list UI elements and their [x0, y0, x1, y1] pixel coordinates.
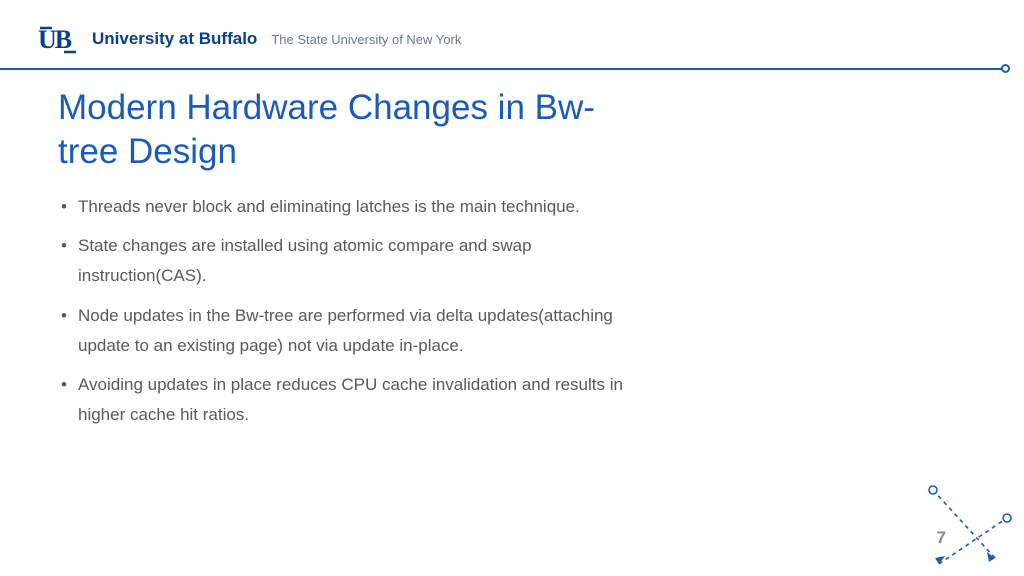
header-divider: [0, 68, 1006, 70]
bullet-item: Threads never block and eliminating latc…: [58, 192, 640, 222]
slide-title: Modern Hardware Changes in Bw-tree Desig…: [58, 86, 640, 174]
svg-text:UB: UB: [38, 25, 72, 54]
tagline: The State University of New York: [271, 32, 461, 47]
bullet-item: Avoiding updates in place reduces CPU ca…: [58, 370, 640, 430]
divider-end-circle-icon: [1001, 64, 1010, 73]
bullet-item: State changes are installed using atomic…: [58, 231, 640, 291]
slide-header: UB University at Buffalo The State Unive…: [0, 0, 1024, 66]
corner-decoration-icon: [909, 476, 1019, 571]
slide-content: Modern Hardware Changes in Bw-tree Desig…: [0, 66, 640, 430]
bullet-item: Node updates in the Bw-tree are performe…: [58, 301, 640, 361]
university-name: University at Buffalo: [92, 29, 257, 49]
ub-logo-icon: UB: [38, 24, 80, 54]
bullet-list: Threads never block and eliminating latc…: [58, 192, 640, 430]
